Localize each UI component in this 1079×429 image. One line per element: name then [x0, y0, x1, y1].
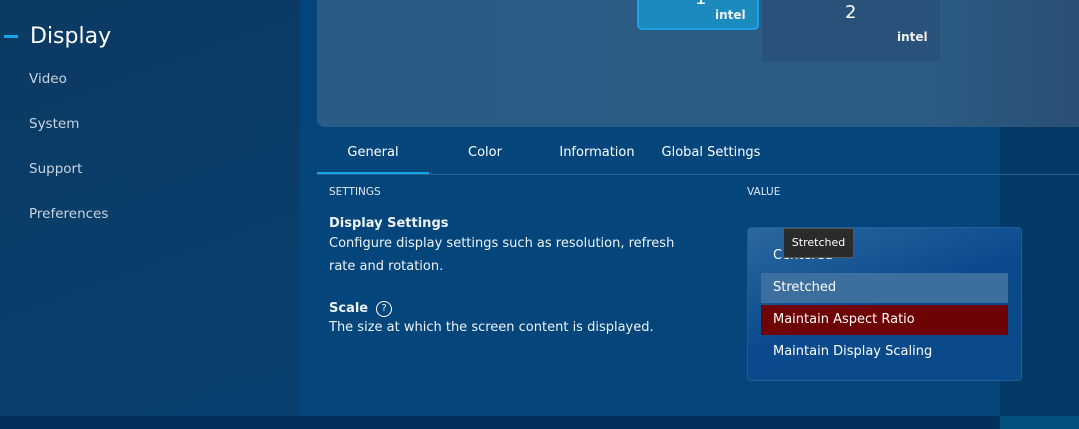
intel-logo: intel	[897, 30, 928, 44]
tab-information[interactable]: Information	[541, 140, 653, 174]
nav-item-system[interactable]: System	[29, 116, 79, 132]
nav-item-support[interactable]: Support	[29, 161, 82, 177]
scale-desc: The size at which the screen content is …	[329, 320, 654, 335]
monitor-1-tile[interactable]: 1 intel	[637, 0, 759, 30]
display-preview: 1 intel 2 intel	[317, 0, 1079, 127]
nav-label: Display	[30, 23, 112, 49]
option-stretched[interactable]: Stretched	[761, 273, 1008, 303]
option-maintain-aspect-ratio[interactable]: Maintain Aspect Ratio	[761, 305, 1008, 335]
tab-color[interactable]: Color	[429, 140, 541, 174]
tab-global-settings[interactable]: Global Settings	[653, 140, 769, 174]
intel-logo: intel	[715, 8, 746, 22]
display-settings-title: Display Settings	[329, 216, 449, 231]
tooltip: Stretched	[783, 228, 854, 258]
display-settings-desc-2: rate and rotation.	[329, 259, 444, 274]
tab-general[interactable]: General	[317, 140, 429, 174]
nav-item-preferences[interactable]: Preferences	[29, 206, 108, 222]
divider	[317, 174, 1079, 175]
monitor-number: 1	[695, 0, 706, 9]
active-indicator	[4, 34, 18, 38]
value-column-header: VALUE	[747, 186, 781, 198]
help-icon[interactable]: ?	[376, 300, 393, 317]
sidebar: Display Video System Support Preferences	[0, 0, 300, 416]
monitor-number: 2	[845, 2, 857, 23]
nav-item-video[interactable]: Video	[29, 71, 67, 87]
option-maintain-display-scaling[interactable]: Maintain Display Scaling	[761, 337, 1008, 367]
tab-bar: General Color Information Global Setting…	[317, 140, 769, 174]
monitor-2-tile[interactable]: 2 intel	[762, 0, 940, 62]
nav-item-display[interactable]: Display	[0, 22, 111, 50]
display-settings-desc: Configure display settings such as resol…	[329, 236, 675, 251]
settings-column-header: SETTINGS	[329, 186, 381, 198]
bottom-bar	[0, 416, 1079, 429]
bottom-bar-right	[1000, 416, 1079, 429]
scale-title: Scale	[329, 301, 369, 316]
